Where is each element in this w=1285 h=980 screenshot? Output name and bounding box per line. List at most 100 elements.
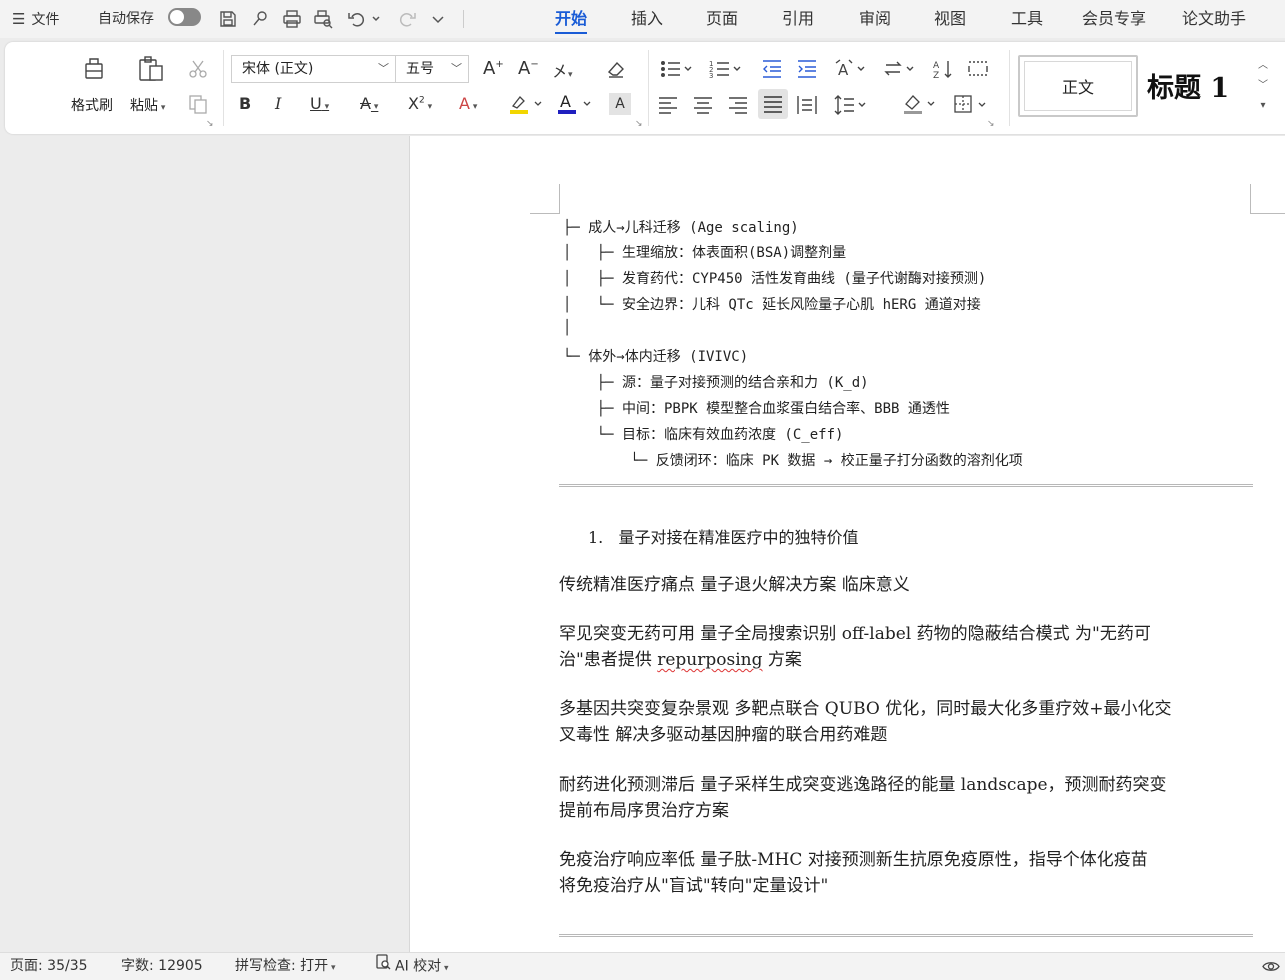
- align-left-icon[interactable]: [657, 94, 679, 116]
- align-center-icon[interactable]: [692, 94, 714, 116]
- row-line: 将免疫治疗从"盲试"转向"定量设计": [559, 876, 829, 896]
- increase-indent-icon[interactable]: [796, 58, 818, 80]
- crop-mark: [530, 184, 560, 214]
- text-direction-icon[interactable]: A: [834, 58, 868, 80]
- crop-mark: [1250, 184, 1285, 214]
- superscript-icon[interactable]: X2 ▾: [408, 94, 432, 113]
- tree-line: └─ 体外→体内迁移 (IVIVC): [563, 349, 749, 365]
- value-row: 免疫治疗响应率低 量子肽-MHC 对接预测新生抗原免疫原性，指导个体化疫苗 将免…: [559, 847, 1259, 899]
- file-menu[interactable]: ☰ 文件: [12, 0, 59, 38]
- style-normal[interactable]: 正文: [1018, 55, 1138, 117]
- bold-icon[interactable]: B: [239, 94, 251, 113]
- spelling-flagged-word[interactable]: repurposing: [657, 650, 762, 670]
- tree-line-qtc: │ └─ 安全边界：儿科 QTc 延长风险量子心肌 hERG 通道对接: [563, 294, 981, 314]
- font-size-value: 五号: [406, 61, 434, 77]
- eye-icon[interactable]: [1262, 953, 1280, 980]
- styles-down-icon[interactable]: ﹀: [1256, 76, 1270, 96]
- highlight-icon[interactable]: [508, 92, 544, 116]
- horizontal-rule: [559, 484, 1253, 487]
- justify-icon[interactable]: [758, 89, 788, 119]
- print-preview-icon[interactable]: [313, 9, 333, 29]
- clipboard-dialog-launcher-icon[interactable]: ↘: [206, 119, 214, 129]
- format-painter-label[interactable]: 格式刷: [71, 95, 113, 115]
- customize-chevron-icon[interactable]: [428, 9, 448, 29]
- group-separator: [223, 50, 224, 126]
- format-painter-icon[interactable]: [80, 54, 108, 84]
- word-count[interactable]: 字数: 12905: [121, 953, 203, 980]
- font-name-value: 宋体 (正文): [242, 61, 314, 77]
- group-separator: [1009, 50, 1010, 126]
- text-effect-icon[interactable]: A ▾: [459, 94, 477, 113]
- tab-insert[interactable]: 插入: [631, 0, 663, 38]
- shrink-font-icon[interactable]: A−: [518, 58, 539, 79]
- font-size-select[interactable]: 五号 ﹀: [395, 55, 469, 83]
- row-line: 叉毒性 解决多驱动基因肿瘤的联合用药难题: [559, 725, 888, 745]
- underline-icon[interactable]: U ▾: [310, 94, 329, 113]
- section-heading: 1. 量子对接在精准医疗中的独特价值: [588, 524, 859, 548]
- tab-home[interactable]: 开始: [555, 0, 588, 38]
- tree-line: │ ├─ 发育药代：CYP450 活性发育曲线 (量子代谢酶对接预测): [563, 271, 987, 287]
- document-page[interactable]: ├─ 成人→儿科迁移 (Age scaling) │ ├─ 生理缩放：体表面积(…: [409, 136, 1285, 952]
- style-heading1[interactable]: 标题 1: [1147, 66, 1229, 105]
- numbered-list-icon[interactable]: 123: [709, 58, 743, 80]
- grow-font-icon[interactable]: A+: [483, 58, 504, 79]
- tab-member[interactable]: 会员专享: [1082, 0, 1146, 38]
- ai-check[interactable]: AI 校对 ▾: [375, 953, 449, 980]
- tree-line: └─ 反馈闭环：临床 PK 数据 → 校正量子打分函数的溶剂化项: [563, 453, 1023, 469]
- copy-icon[interactable]: [187, 93, 209, 115]
- svg-text:3: 3: [709, 72, 713, 80]
- strikethrough-icon[interactable]: A ▾: [360, 94, 378, 113]
- autosave-toggle[interactable]: [168, 8, 201, 26]
- sort-icon[interactable]: AZ: [932, 58, 954, 80]
- sort-direction-icon[interactable]: [883, 58, 917, 80]
- print-icon[interactable]: [282, 9, 302, 29]
- cut-icon[interactable]: [187, 58, 209, 80]
- shading-icon[interactable]: [902, 92, 938, 116]
- show-marks-icon[interactable]: [967, 58, 989, 80]
- tab-view[interactable]: 视图: [934, 0, 966, 38]
- distributed-icon[interactable]: [796, 94, 818, 116]
- font-name-select[interactable]: 宋体 (正文) ﹀: [231, 55, 396, 83]
- row-line: 罕见突变无药可用 量子全局搜索识别 off-label 药物的隐蔽结合模式 为"…: [559, 624, 1151, 644]
- paragraph-dialog-launcher-icon[interactable]: ↘: [987, 119, 995, 129]
- save-icon[interactable]: [218, 9, 238, 29]
- value-row: 罕见突变无药可用 量子全局搜索识别 off-label 药物的隐蔽结合模式 为"…: [559, 621, 1259, 673]
- page-count[interactable]: 页面: 35/35: [10, 953, 88, 980]
- line-spacing-icon[interactable]: [834, 94, 868, 116]
- spellcheck-label: 拼写检查: 打开: [235, 958, 329, 974]
- row-text: 治"患者提供: [559, 650, 658, 670]
- tab-review[interactable]: 审阅: [859, 0, 891, 38]
- char-shading-icon[interactable]: A: [609, 93, 631, 115]
- format-painter-quick-icon[interactable]: [250, 9, 270, 29]
- tree-line: ├─ 中间：PBPK 模型整合血浆蛋白结合率、BBB 通透性: [563, 401, 950, 417]
- tab-references[interactable]: 引用: [782, 0, 814, 38]
- clear-format-icon[interactable]: [605, 58, 627, 80]
- styles-more-icon[interactable]: ▾: [1256, 96, 1270, 116]
- tab-paper-assistant[interactable]: 论文助手: [1182, 0, 1246, 38]
- paste-label[interactable]: 粘贴 ▾: [130, 95, 165, 115]
- redo-icon[interactable]: [397, 9, 417, 29]
- undo-icon[interactable]: [347, 9, 381, 29]
- font-size-chevron-icon: ﹀: [451, 62, 462, 75]
- tree-line-text: │ └─ 安全边界：儿科 QTc 延长风险量子心肌 hERG 通道对接: [563, 297, 981, 313]
- value-row: 多基因共突变复杂景观 多靶点联合 QUBO 优化，同时最大化多重疗效+最小化交 …: [559, 696, 1259, 748]
- spellcheck-chevron-icon: ▾: [328, 963, 336, 973]
- italic-icon[interactable]: I: [275, 94, 281, 113]
- font-color-icon[interactable]: A: [557, 92, 593, 116]
- font-dialog-launcher-icon[interactable]: ↘: [635, 119, 643, 129]
- row-line: 治"患者提供 repurposing 方案: [559, 647, 1259, 673]
- value-row: 耐药进化预测滞后 量子采样生成突变逃逸路径的能量 landscape，预测耐药突…: [559, 772, 1259, 824]
- borders-icon[interactable]: [953, 94, 989, 116]
- tab-tools[interactable]: 工具: [1011, 0, 1043, 38]
- styles-up-icon[interactable]: ︿: [1256, 56, 1270, 76]
- paste-icon[interactable]: [136, 54, 166, 84]
- spellcheck-status[interactable]: 拼写检查: 打开 ▾: [235, 953, 336, 980]
- align-right-icon[interactable]: [727, 94, 749, 116]
- paste-label-text: 粘贴: [130, 98, 158, 114]
- bullet-list-icon[interactable]: [660, 58, 694, 80]
- styles-scroll[interactable]: ︿ ﹀ ▾: [1256, 56, 1270, 116]
- decrease-indent-icon[interactable]: [761, 58, 783, 80]
- phonetic-guide-icon[interactable]: 㐅▾: [552, 58, 573, 82]
- tab-page[interactable]: 页面: [706, 0, 738, 38]
- horizontal-rule: [559, 934, 1253, 937]
